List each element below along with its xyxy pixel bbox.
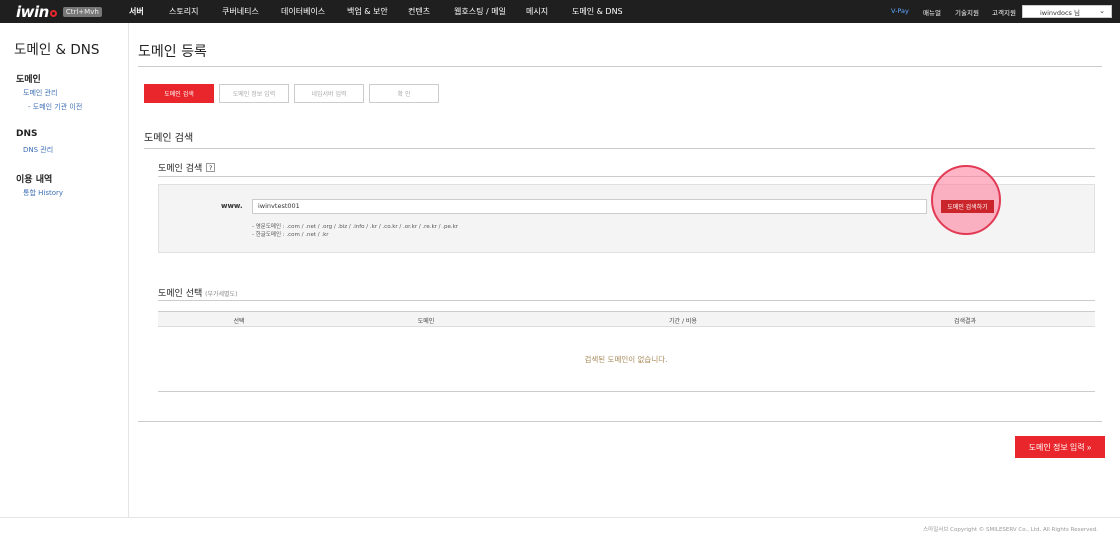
nav-contents[interactable]: 컨텐츠: [408, 6, 430, 17]
domain-search-panel: www. iwinvtest001 도메인 검색하기 - 영문도메인 : .co…: [158, 165, 1095, 253]
logo-ring-icon: [49, 9, 57, 17]
vat-note: (부가세별도): [205, 291, 238, 298]
column-domain: 도메인: [417, 318, 435, 325]
nav-database[interactable]: 데이터베이스: [281, 6, 325, 17]
user-menu-select[interactable]: iwinvdocs 님 ⌄: [1022, 5, 1112, 18]
sidebar: 도메인 & DNS 도메인 도메인 관리 - 도메인 기관 이전 DNS DNS…: [0, 23, 129, 517]
page-title: 도메인 등록: [138, 44, 207, 60]
divider: [144, 148, 1095, 149]
divider: [158, 391, 1095, 392]
iwinv-logo[interactable]: iwin Ctrl+Mvh: [16, 3, 102, 21]
sidebar-item-domain-manage[interactable]: 도메인 관리: [23, 88, 57, 98]
domain-search-input[interactable]: iwinvtest001: [252, 199, 927, 214]
hint-korean-domains: - 한글도메인 : .com / .net / .kr: [252, 232, 329, 238]
column-period-cost: 기간 / 비용: [669, 318, 697, 325]
step-domain-search: 도메인 검색: [144, 84, 214, 103]
chevron-down-icon: ⌄: [1099, 7, 1105, 15]
sidebar-title: 도메인 & DNS: [14, 42, 100, 58]
nav-kubernetes[interactable]: 쿠버네티스: [222, 6, 259, 17]
column-select: 선택: [233, 318, 245, 325]
search-subtitle-text: 도메인 검색: [158, 164, 203, 174]
section-title: 도메인 검색: [144, 133, 194, 144]
column-result: 검색결과: [953, 318, 977, 325]
sidebar-group-dns: DNS: [16, 129, 38, 139]
copyright: 스마일서브 Copyright © SMILESERV Co., Ltd. Al…: [923, 527, 1098, 533]
step-nameserver: 네임서버 입력: [294, 84, 364, 103]
sidebar-group-domain: 도메인: [16, 75, 41, 85]
divider: [138, 421, 1102, 422]
select-subtitle-text: 도메인 선택: [158, 289, 203, 299]
sidebar-group-usage: 이용 내역: [16, 175, 53, 185]
footer-divider: [0, 517, 1120, 518]
nav-manual[interactable]: 매뉴얼: [923, 7, 941, 17]
nav-customer-support[interactable]: 고객지원: [992, 7, 1016, 17]
user-name: iwinvdocs 님: [1039, 8, 1080, 17]
logo-badge: Ctrl+Mvh: [62, 7, 102, 17]
divider: [158, 300, 1095, 301]
nav-storage[interactable]: 스토리지: [169, 6, 198, 17]
top-navigation-bar: iwin Ctrl+Mvh 서버 스토리지 쿠버네티스 데이터베이스 백업 & …: [0, 0, 1120, 23]
sidebar-item-domain-transfer[interactable]: - 도메인 기관 이전: [28, 102, 82, 112]
nav-message[interactable]: 메시지: [526, 6, 548, 17]
empty-result-message: 검색된 도메인이 없습니다.: [584, 355, 668, 364]
hint-english-domains: - 영문도메인 : .com / .net / .org / .biz / .i…: [252, 224, 459, 230]
help-icon[interactable]: ?: [206, 163, 216, 172]
nav-server[interactable]: 서버: [129, 6, 144, 17]
domain-search-button[interactable]: 도메인 검색하기: [941, 200, 994, 213]
nav-webhosting-mail[interactable]: 웹호스팅 / 메일: [454, 6, 506, 17]
nav-vpay[interactable]: V-Pay: [891, 7, 909, 15]
nav-tech-support[interactable]: 기술지원: [955, 7, 979, 17]
domain-table-header: 선택 도메인 기간 / 비용 검색결과: [158, 311, 1095, 327]
sidebar-item-history[interactable]: 통합 History: [23, 188, 63, 198]
next-domain-info-button[interactable]: 도메인 정보 입력 »: [1015, 436, 1105, 458]
www-label: www.: [221, 202, 243, 210]
nav-domain-dns[interactable]: 도메인 & DNS: [572, 6, 623, 17]
step-domain-info: 도메인 정보 입력: [219, 84, 289, 103]
select-subtitle: 도메인 선택 (부가세별도): [158, 286, 237, 299]
search-subtitle: 도메인 검색?: [158, 161, 216, 174]
sidebar-item-dns-manage[interactable]: DNS 관리: [23, 145, 53, 155]
divider: [138, 66, 1102, 67]
nav-backup-security[interactable]: 백업 & 보안: [347, 6, 388, 17]
step-confirm: 확 인: [369, 84, 439, 103]
logo-text: iwin: [16, 3, 49, 21]
